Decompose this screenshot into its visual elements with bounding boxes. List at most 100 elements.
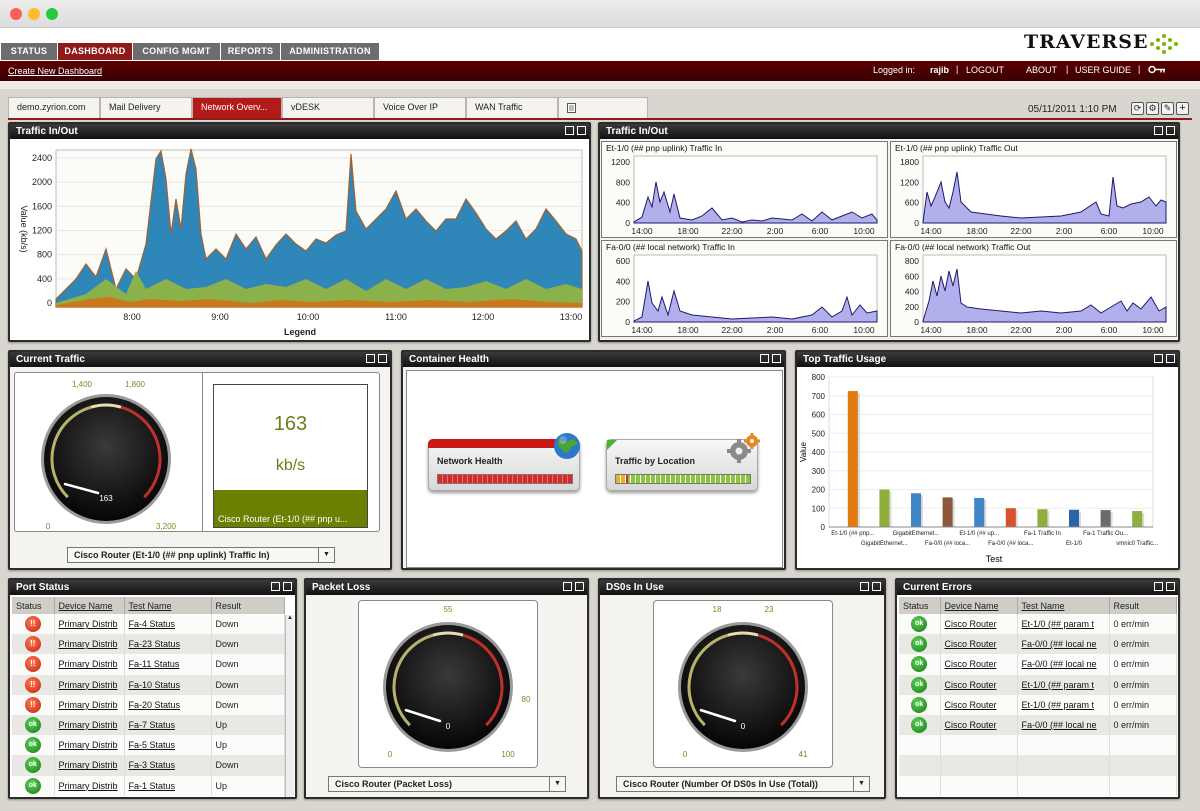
table-row[interactable]: !! Primary Distrib Fa-20 Status Down <box>12 694 285 715</box>
device-link[interactable]: Primary Distrib <box>59 740 118 750</box>
ds0-select[interactable]: Cisco Router (Number Of DS0s In Use (Tot… <box>616 776 870 792</box>
device-link[interactable]: Primary Distrib <box>59 659 118 669</box>
close-window-button[interactable] <box>10 8 22 20</box>
device-link[interactable]: Primary Distrib <box>59 680 118 690</box>
device-link[interactable]: Primary Distrib <box>59 700 118 710</box>
device-link[interactable]: Primary Distrib <box>59 760 118 770</box>
scrollbar[interactable]: ▲ <box>285 615 294 797</box>
test-link[interactable]: Fa-3 Status <box>129 760 176 770</box>
maximize-icon[interactable] <box>575 582 584 591</box>
chevron-down-icon[interactable]: ▼ <box>318 548 334 562</box>
current-traffic-select[interactable]: Cisco Router (Et-1/0 (## pnp uplink) Tra… <box>67 547 335 563</box>
table-row[interactable]: ok Primary Distrib Fa-7 Status Up <box>12 714 285 736</box>
column-header[interactable]: Device Name <box>54 597 125 614</box>
nav-dashboard[interactable]: DASHBOARD <box>58 43 133 60</box>
popout-icon[interactable] <box>366 354 375 363</box>
edit-icon[interactable]: ✎ <box>1161 102 1174 115</box>
popout-icon[interactable] <box>1154 582 1163 591</box>
table-row[interactable]: ok Primary Distrib Fa-3 Status Down <box>12 755 285 776</box>
test-link[interactable]: Et-1/0 (## param t <box>1022 700 1095 710</box>
tab-add-new[interactable] <box>558 97 648 118</box>
zoom-window-button[interactable] <box>46 8 58 20</box>
test-link[interactable]: Fa-1 Status <box>129 781 176 791</box>
user-guide-link[interactable]: USER GUIDE <box>1075 65 1131 75</box>
table-row[interactable]: !! Primary Distrib Fa-10 Status Down <box>12 674 285 695</box>
maximize-icon[interactable] <box>283 582 292 591</box>
tab-mail-delivery[interactable]: Mail Delivery <box>100 97 192 118</box>
create-dashboard-link[interactable]: Create New Dashboard <box>8 66 102 76</box>
packet-loss-select[interactable]: Cisco Router (Packet Loss) ▼ <box>328 776 566 792</box>
bar[interactable] <box>1100 510 1111 527</box>
traffic-by-location-widget[interactable]: Traffic by Location <box>606 433 760 491</box>
tab-demo-zyrion[interactable]: demo.zyrion.com <box>8 97 100 118</box>
chevron-down-icon[interactable]: ▼ <box>853 777 869 791</box>
test-link[interactable]: Fa-0/0 (## local ne <box>1022 659 1097 669</box>
test-link[interactable]: Et-1/0 (## param t <box>1022 680 1095 690</box>
test-link[interactable]: Fa-20 Status <box>129 700 181 710</box>
bar[interactable] <box>879 489 890 528</box>
test-link[interactable]: Fa-4 Status <box>129 619 176 629</box>
device-link[interactable]: Primary Distrib <box>59 781 118 791</box>
table-row[interactable]: ok Cisco Router Fa-0/0 (## local ne 0 er… <box>899 714 1177 736</box>
popout-icon[interactable] <box>1154 126 1163 135</box>
column-header[interactable]: Test Name <box>124 597 212 614</box>
bar[interactable] <box>1037 509 1048 527</box>
nav-status[interactable]: STATUS <box>1 43 58 60</box>
table-row[interactable]: !! Primary Distrib Fa-11 Status Down <box>12 654 285 675</box>
tab-vdesk[interactable]: vDESK <box>282 97 374 118</box>
maximize-icon[interactable] <box>1166 354 1175 363</box>
nav-administration[interactable]: ADMINISTRATION <box>281 43 380 60</box>
maximize-icon[interactable] <box>772 354 781 363</box>
maximize-icon[interactable] <box>577 126 586 135</box>
table-row[interactable]: ok Cisco Router Fa-0/0 (## local ne 0 er… <box>899 634 1177 655</box>
table-row[interactable]: ok Primary Distrib Fa-1 Status Up <box>12 775 285 796</box>
device-link[interactable]: Cisco Router <box>945 680 997 690</box>
test-link[interactable]: Fa-7 Status <box>129 720 176 730</box>
about-link[interactable]: ABOUT <box>1026 65 1057 75</box>
test-link[interactable]: Fa-11 Status <box>129 659 180 669</box>
bar[interactable] <box>942 497 953 527</box>
table-row[interactable]: ok Cisco Router Fa-0/0 (## local ne 0 er… <box>899 654 1177 675</box>
test-link[interactable]: Fa-10 Status <box>129 680 181 690</box>
device-link[interactable]: Primary Distrib <box>59 619 118 629</box>
settings-icon[interactable]: ⚙ <box>1146 102 1159 115</box>
maximize-icon[interactable] <box>378 354 387 363</box>
test-link[interactable]: Fa-23 Status <box>129 639 181 649</box>
maximize-icon[interactable] <box>872 582 881 591</box>
bar[interactable] <box>974 497 985 527</box>
table-row[interactable]: !! Primary Distrib Fa-4 Status Down <box>12 614 285 635</box>
device-link[interactable]: Cisco Router <box>945 619 997 629</box>
popout-icon[interactable] <box>760 354 769 363</box>
test-link[interactable]: Fa-5 Status <box>129 740 176 750</box>
add-icon[interactable]: + <box>1176 102 1189 115</box>
nav-reports[interactable]: REPORTS <box>221 43 281 60</box>
scroll-up-icon[interactable]: ▲ <box>286 615 294 621</box>
bar[interactable] <box>911 493 921 527</box>
test-link[interactable]: Et-1/0 (## param t <box>1022 619 1095 629</box>
tab-wan-traffic[interactable]: WAN Traffic <box>466 97 558 118</box>
device-link[interactable]: Cisco Router <box>945 639 997 649</box>
popout-icon[interactable] <box>860 582 869 591</box>
popout-icon[interactable] <box>1154 354 1163 363</box>
maximize-icon[interactable] <box>1166 582 1175 591</box>
device-link[interactable]: Cisco Router <box>945 720 997 730</box>
device-link[interactable]: Cisco Router <box>945 659 997 669</box>
device-link[interactable]: Primary Distrib <box>59 720 118 730</box>
bar[interactable] <box>1069 509 1079 527</box>
table-row[interactable]: ok Cisco Router Et-1/0 (## param t 0 err… <box>899 674 1177 695</box>
tab-network-overview[interactable]: Network Overv... <box>192 97 282 118</box>
table-row[interactable]: ok Cisco Router Et-1/0 (## param t 0 err… <box>899 694 1177 715</box>
nav-config-mgmt[interactable]: CONFIG MGMT <box>133 43 221 60</box>
table-row[interactable]: !! Primary Distrib Fa-23 Status Down <box>12 634 285 655</box>
network-health-widget[interactable]: Network Health <box>428 433 580 491</box>
popout-icon[interactable] <box>271 582 280 591</box>
column-header[interactable]: Device Name <box>940 597 1018 614</box>
table-row[interactable]: ok Primary Distrib Fa-5 Status Up <box>12 735 285 756</box>
device-link[interactable]: Primary Distrib <box>59 639 118 649</box>
column-header[interactable]: Test Name <box>1017 597 1110 614</box>
test-link[interactable]: Fa-0/0 (## local ne <box>1022 720 1097 730</box>
bar[interactable] <box>1132 511 1143 527</box>
maximize-icon[interactable] <box>1166 126 1175 135</box>
chevron-down-icon[interactable]: ▼ <box>549 777 565 791</box>
refresh-icon[interactable]: ⟳ <box>1131 102 1144 115</box>
